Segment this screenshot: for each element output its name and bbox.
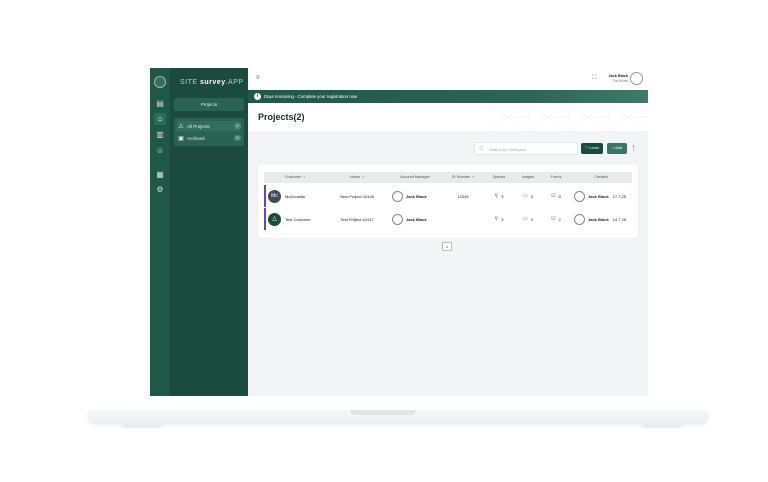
menu-icon[interactable]: ≡: [256, 75, 260, 81]
user-avatar[interactable]: [630, 72, 643, 85]
folder-icon: ⚠: [178, 123, 184, 130]
project-filters: ⚠ All Projects 2 ▣ Archived 0: [174, 118, 244, 146]
learn-button[interactable]: ♡ Learn: [581, 143, 603, 154]
column-id-number[interactable]: ID Number ▿: [442, 172, 484, 183]
table-header: Customer ▿ Name ▿ Account Manager ID Numbe…: [264, 172, 632, 183]
projects-table: Customer ▿ Name ▿ Account Manager ID Numbe…: [258, 164, 638, 238]
images-icon: ▭: [523, 216, 528, 222]
info-icon: i: [254, 93, 261, 100]
column-images[interactable]: Images: [514, 172, 542, 183]
column-spaces[interactable]: Spaces: [484, 172, 514, 183]
manager-avatar: [392, 213, 403, 225]
creator-avatar: [574, 213, 585, 225]
main-content: ≡ ⛶ Jack Black The Works i Days remainin…: [248, 68, 648, 396]
table-row[interactable]: Mc McDonalds New Project #2445 Jack Blac…: [264, 185, 632, 207]
laptop-mockup: ▤ ⌂ ▥ ☺ ▦ ⚙ SITE survey.APP Projects ⚠ A…: [0, 0, 768, 482]
fullscreen-icon[interactable]: ⛶: [592, 75, 596, 82]
customer-logo-icon: △: [268, 212, 281, 226]
column-account-manager[interactable]: Account Manager: [388, 172, 442, 183]
filter-icon: ▿: [303, 175, 306, 179]
home-icon[interactable]: ⌂: [154, 113, 166, 125]
row-accent: [264, 185, 266, 207]
org-avatar[interactable]: [154, 76, 166, 88]
page-title: Projects(2): [258, 112, 305, 122]
sidebar: SITE survey.APP Projects ⚠ All Projects …: [170, 68, 248, 396]
spaces-icon: ⚲: [494, 216, 499, 222]
filter-icon: ▿: [472, 175, 475, 179]
store-icon[interactable]: ▦: [154, 169, 166, 181]
row-accent: [264, 208, 266, 230]
search-input[interactable]: [489, 143, 577, 155]
spaces-icon: ⚲: [494, 193, 499, 199]
column-created[interactable]: Created: [570, 172, 632, 183]
column-name[interactable]: Name ▿: [326, 172, 388, 183]
count-badge: 0: [234, 135, 241, 141]
pagination-page[interactable]: 1: [442, 242, 452, 251]
sidebar-item-all-projects[interactable]: ⚠ All Projects 2: [177, 121, 241, 131]
app-screen: ▤ ⌂ ▥ ☺ ▦ ⚙ SITE survey.APP Projects ⚠ A…: [150, 68, 648, 396]
add-button[interactable]: + Add: [607, 143, 627, 154]
more-options-icon[interactable]: ⋮: [630, 143, 637, 154]
filter-icon: ▿: [362, 175, 365, 179]
registration-banner[interactable]: i Days remaining - Complete your registr…: [248, 90, 648, 103]
images-icon: ▭: [523, 193, 528, 199]
search-box: ○: [474, 142, 578, 155]
search-icon: ○: [479, 145, 484, 152]
laptop-foot-left: [122, 424, 162, 428]
table-row[interactable]: △ Test Customer Test Project #2417 Jack …: [264, 208, 632, 230]
settings-icon[interactable]: ⚙: [154, 184, 166, 196]
manager-avatar: [392, 190, 403, 202]
projects-button[interactable]: Projects: [174, 98, 244, 111]
forms-icon: ☑: [551, 216, 556, 222]
column-customer[interactable]: Customer ▿: [264, 172, 326, 183]
sidebar-item-archived[interactable]: ▣ Archived 0: [177, 133, 241, 143]
top-bar: ≡ ⛶ Jack Black The Works: [248, 68, 648, 90]
dashboard-icon[interactable]: ▤: [154, 98, 166, 110]
users-icon[interactable]: ☺: [154, 145, 166, 157]
count-badge: 2: [234, 123, 241, 129]
page-header: Projects(2): [248, 103, 648, 131]
brand-logo: SITE survey.APP: [180, 79, 244, 86]
archive-icon: ▣: [178, 135, 184, 142]
customer-avatar: Mc: [268, 189, 281, 203]
decorative-pattern: [487, 104, 648, 130]
forms-icon: ☑: [551, 193, 556, 199]
user-info[interactable]: Jack Black The Works: [604, 74, 628, 83]
column-forms[interactable]: Forms: [542, 172, 570, 183]
building-icon[interactable]: ▥: [154, 129, 166, 141]
laptop-notch: [350, 410, 416, 415]
icon-rail: ▤ ⌂ ▥ ☺ ▦ ⚙: [150, 68, 170, 396]
laptop-foot-right: [642, 424, 682, 428]
creator-avatar: [574, 190, 585, 202]
